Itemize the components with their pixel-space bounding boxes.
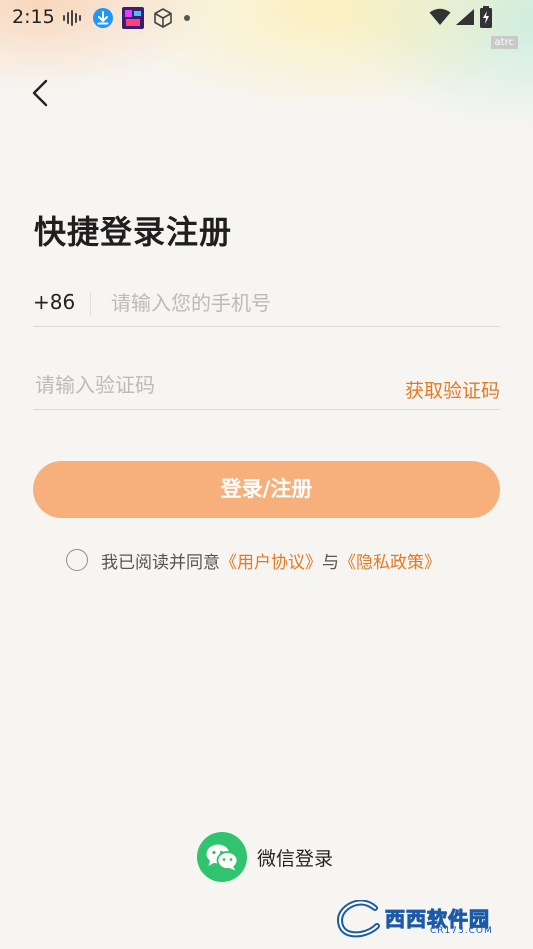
dot-icon <box>184 15 190 21</box>
cube-icon <box>154 8 172 28</box>
chevron-left-icon <box>32 79 48 107</box>
agreement-checkbox[interactable] <box>66 549 88 571</box>
audio-wave-icon <box>63 10 81 26</box>
notification-icons <box>62 7 192 29</box>
login-register-button[interactable]: 登录/注册 <box>33 461 500 518</box>
status-bar: 2:15 <box>0 0 533 34</box>
phone-row: +86 <box>33 282 500 327</box>
wechat-icon <box>197 832 247 882</box>
country-code[interactable]: +86 <box>33 290 75 314</box>
back-button[interactable] <box>28 78 54 108</box>
system-icons <box>429 6 493 28</box>
app-thumbnail-icon <box>122 7 144 29</box>
page-title: 快捷登录注册 <box>34 213 233 251</box>
divider <box>90 292 91 316</box>
code-input[interactable] <box>33 364 337 406</box>
battery-icon <box>480 6 492 28</box>
wechat-login-button[interactable]: 微信登录 <box>197 832 333 882</box>
agreement-prefix: 我已阅读并同意 <box>101 552 220 573</box>
watermark-logo-icon <box>337 900 380 938</box>
get-code-button[interactable]: 获取验证码 <box>405 376 500 403</box>
site-watermark: 西西软件园 CR173.COM <box>335 900 515 940</box>
watermark-sub: CR173.COM <box>430 926 493 936</box>
user-agreement-link[interactable]: 《用户协议》 <box>220 548 322 573</box>
code-row: 获取验证码 <box>33 364 500 410</box>
wifi-icon <box>429 8 451 25</box>
download-icon <box>93 8 113 28</box>
wechat-login-label: 微信登录 <box>257 847 334 870</box>
agreement-connector: 与 <box>322 552 339 573</box>
privacy-policy-link[interactable]: 《隐私政策》 <box>339 548 441 573</box>
status-time: 2:15 <box>12 6 55 28</box>
agreement-row: 我已阅读并同意 《用户协议》 与 《隐私政策》 <box>66 547 441 573</box>
signal-icon <box>456 9 474 25</box>
atrc-tag: atrc <box>490 36 518 49</box>
phone-input[interactable] <box>109 282 493 324</box>
